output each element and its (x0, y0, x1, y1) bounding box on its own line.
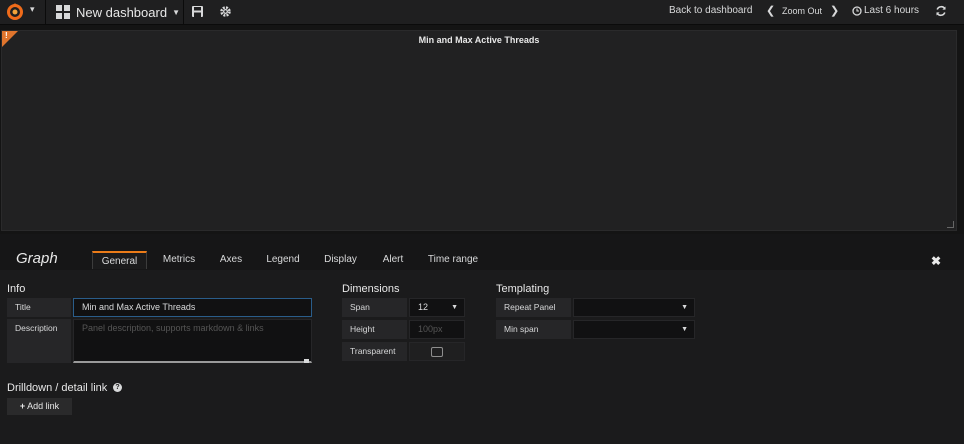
description-textarea[interactable]: Panel description, supports markdown & l… (73, 319, 312, 363)
add-link-label: Add link (27, 401, 60, 411)
tab-time-range[interactable]: Time range (421, 251, 485, 269)
refresh-icon[interactable] (935, 5, 947, 17)
span-value: 12 (418, 302, 429, 312)
tab-display[interactable]: Display (316, 251, 365, 269)
repeat-panel-label: Repeat Panel (496, 298, 571, 317)
min-span-select[interactable]: ▼ (573, 320, 695, 339)
divider (183, 0, 184, 24)
clock-icon (852, 6, 862, 16)
tab-general[interactable]: General (92, 251, 147, 269)
height-label: Height (342, 320, 407, 339)
transparent-checkbox[interactable] (431, 347, 443, 357)
dashboard-title: New dashboard (76, 4, 168, 20)
chevron-down-icon: ▼ (451, 304, 458, 311)
textarea-resize-handle[interactable] (304, 359, 309, 363)
info-heading: Info (7, 283, 26, 295)
dashboard-grid-icon (56, 5, 70, 19)
min-span-label: Min span (496, 320, 571, 339)
divider (45, 0, 46, 24)
time-range-picker[interactable]: Last 6 hours (864, 5, 919, 16)
close-icon[interactable]: ✖ (931, 254, 941, 268)
chevron-down-icon: ▼ (681, 326, 688, 333)
height-placeholder: 100px (418, 324, 443, 334)
span-label: Span (342, 298, 407, 317)
chevron-down-icon[interactable]: ▾ (30, 4, 35, 15)
title-input[interactable]: Min and Max Active Threads (73, 298, 312, 317)
repeat-panel-select[interactable]: ▼ (573, 298, 695, 317)
plus-icon: + (19, 401, 26, 411)
graph-panel[interactable]: ! Min and Max Active Threads (1, 30, 957, 231)
transparent-field (409, 342, 465, 361)
chevron-down-icon: ▼ (172, 7, 180, 17)
description-placeholder: Panel description, supports markdown & l… (82, 323, 264, 333)
tab-legend[interactable]: Legend (259, 251, 307, 269)
help-icon[interactable]: ? (113, 383, 122, 392)
height-input[interactable]: 100px (409, 320, 465, 339)
chevron-right-icon[interactable]: ❯ (830, 4, 839, 17)
gear-icon[interactable] (220, 6, 231, 17)
dimensions-heading: Dimensions (342, 283, 400, 295)
zoom-out-button[interactable]: Zoom Out (782, 6, 822, 16)
save-icon[interactable] (192, 6, 203, 17)
drilldown-heading: Drilldown / detail link (7, 382, 108, 394)
chevron-down-icon: ▼ (681, 304, 688, 311)
panel-resize-handle[interactable] (947, 221, 954, 228)
tab-alert[interactable]: Alert (375, 251, 411, 269)
add-link-button[interactable]: + Add link (7, 398, 72, 415)
grafana-logo-icon[interactable] (4, 2, 26, 22)
panel-type-title: Graph (16, 250, 58, 267)
panel-title[interactable]: Min and Max Active Threads (2, 35, 956, 45)
top-navbar: ▾ New dashboard ▼ Back to dashboard ❮ Zo… (0, 0, 964, 25)
dashboard-picker-button[interactable]: New dashboard ▼ (56, 3, 180, 21)
transparent-label: Transparent (342, 342, 407, 361)
tab-metrics[interactable]: Metrics (155, 251, 203, 269)
chevron-left-icon[interactable]: ❮ (766, 4, 775, 17)
back-to-dashboard-link[interactable]: Back to dashboard (669, 5, 752, 16)
templating-heading: Templating (496, 283, 550, 295)
description-label: Description (7, 319, 71, 363)
tab-axes[interactable]: Axes (213, 251, 249, 269)
span-select[interactable]: 12 ▼ (409, 298, 465, 317)
title-label: Title (7, 298, 71, 317)
